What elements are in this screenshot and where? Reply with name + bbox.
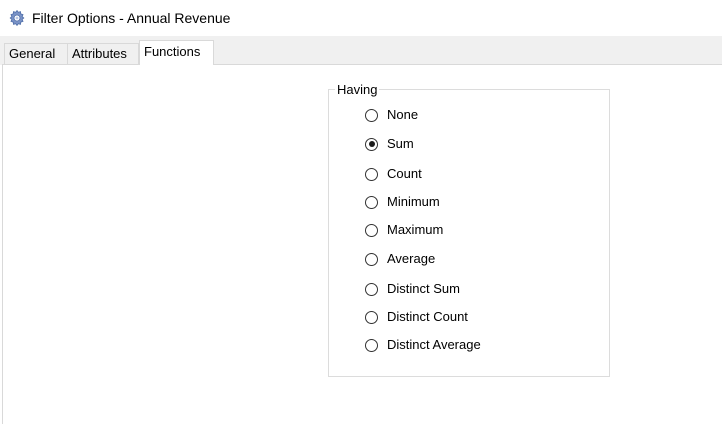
radio-label: None — [387, 107, 419, 122]
radio-maximum[interactable]: Maximum — [365, 221, 443, 239]
radio-minimum[interactable]: Minimum — [365, 193, 440, 211]
radio-distinct-count[interactable]: Distinct Count — [365, 308, 468, 326]
radio-label: Average — [387, 251, 436, 266]
radio-label: Distinct Count — [387, 309, 468, 324]
window-title: Filter Options - Annual Revenue — [32, 10, 231, 26]
radio-button[interactable] — [365, 223, 378, 237]
radio-count[interactable]: Count — [365, 165, 422, 183]
radio-button[interactable] — [365, 167, 378, 181]
radio-sum[interactable]: Sum — [365, 135, 414, 153]
radio-label: Count — [387, 166, 422, 181]
radio-button[interactable] — [365, 338, 378, 352]
tab-functions[interactable]: Functions — [139, 40, 214, 65]
radio-button[interactable] — [365, 310, 378, 324]
radio-distinct-sum[interactable]: Distinct Sum — [365, 280, 460, 298]
radio-button[interactable] — [365, 282, 378, 296]
radio-distinct-average[interactable]: Distinct Average — [365, 336, 481, 354]
radio-label: Sum — [387, 136, 414, 151]
radio-none[interactable]: None — [365, 106, 418, 124]
filter-options-window: Filter Options - Annual Revenue General … — [0, 0, 722, 424]
radio-button[interactable] — [365, 252, 378, 266]
tab-attributes[interactable]: Attributes — [67, 43, 139, 64]
radio-average[interactable]: Average — [365, 250, 435, 268]
radio-button[interactable] — [365, 195, 378, 209]
title-bar: Filter Options - Annual Revenue — [0, 0, 722, 36]
radio-label: Minimum — [387, 194, 440, 209]
gear-icon — [8, 9, 26, 27]
radio-button[interactable] — [365, 108, 378, 122]
radio-label: Distinct Average — [387, 337, 481, 352]
radio-button[interactable] — [365, 137, 378, 151]
radio-label: Maximum — [387, 222, 444, 237]
having-legend: Having — [335, 82, 380, 98]
tab-general[interactable]: General — [4, 43, 68, 64]
tab-strip: General Attributes Functions — [0, 36, 722, 65]
radio-label: Distinct Sum — [387, 281, 460, 296]
